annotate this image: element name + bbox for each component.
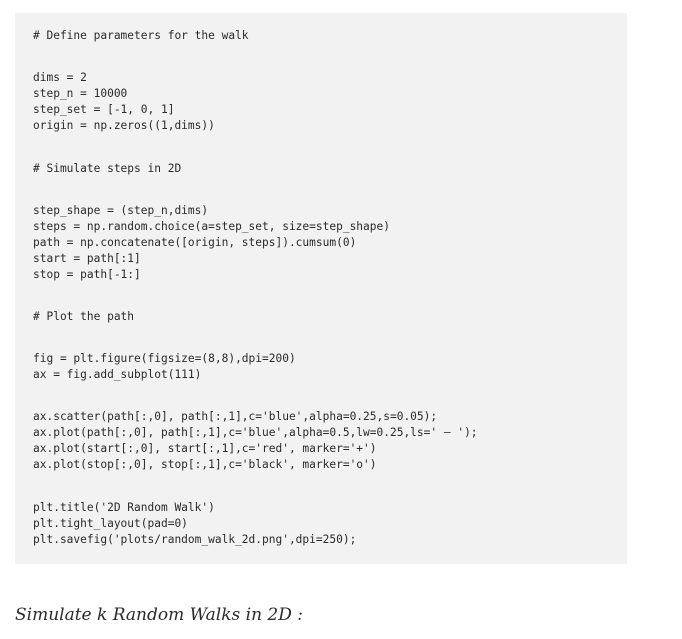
code-line-ax-plot-path: ax.plot(path[:,0], path[:,1],c='blue',al…: [33, 426, 478, 439]
code-line-step-shape: step_shape = (step_n,dims): [33, 204, 209, 217]
code-line-origin: origin = np.zeros((1,dims)): [33, 119, 215, 132]
code-line-stop: stop = path[-1:]: [33, 268, 141, 281]
code-line-start: start = path[:1]: [33, 252, 141, 265]
code-comment-define-parameters: # Define parameters for the walk: [33, 29, 249, 42]
code-block: # Define parameters for the walk dims = …: [15, 13, 627, 564]
code-line-plt-savefig: plt.savefig('plots/random_walk_2d.png',d…: [33, 533, 357, 546]
code-line-ax-plot-start: ax.plot(start[:,0], start[:,1],c='red', …: [33, 442, 377, 455]
code-line-plt-tight-layout: plt.tight_layout(pad=0): [33, 517, 188, 530]
code-line-path: path = np.concatenate([origin, steps]).c…: [33, 236, 357, 249]
code-line-dims: dims = 2: [33, 71, 87, 84]
code-line-ax-plot-stop: ax.plot(stop[:,0], stop[:,1],c='black', …: [33, 458, 377, 471]
code-line-plt-title: plt.title('2D Random Walk'): [33, 501, 215, 514]
code-comment-simulate-steps: # Simulate steps in 2D: [33, 162, 182, 175]
code-line-ax-scatter: ax.scatter(path[:,0], path[:,1],c='blue'…: [33, 410, 438, 423]
section-caption: Simulate k Random Walks in 2D :: [15, 605, 304, 625]
code-line-steps: steps = np.random.choice(a=step_set, siz…: [33, 220, 390, 233]
code-line-fig: fig = plt.figure(figsize=(8,8),dpi=200): [33, 352, 296, 365]
code-comment-plot-path: # Plot the path: [33, 310, 135, 323]
code-line-ax: ax = fig.add_subplot(111): [33, 368, 202, 381]
code-line-step-n: step_n = 10000: [33, 87, 128, 100]
code-line-step-set: step_set = [-1, 0, 1]: [33, 103, 175, 116]
